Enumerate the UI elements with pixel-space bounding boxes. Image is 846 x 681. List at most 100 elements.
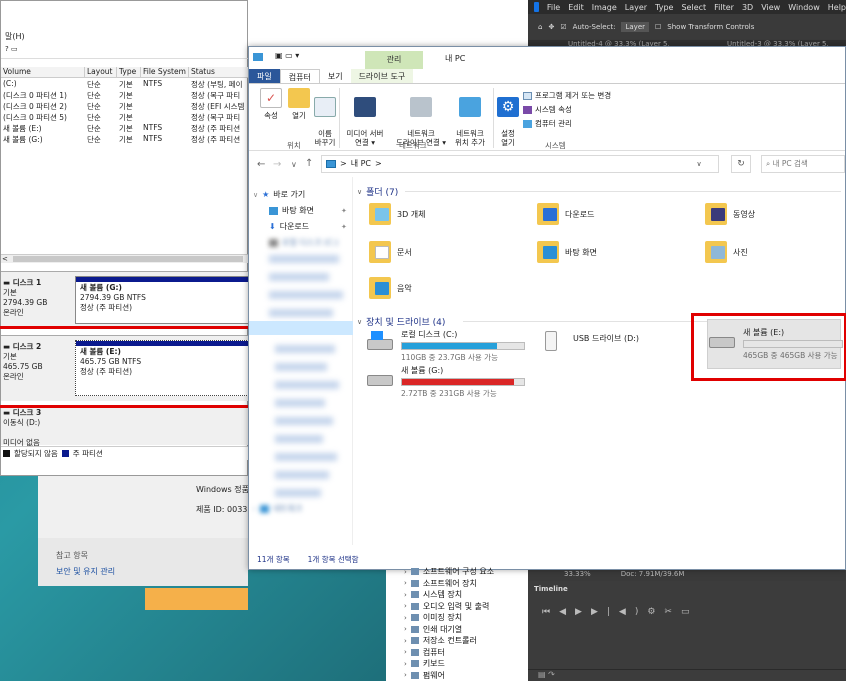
folder-downloads[interactable]: 다운로드: [537, 203, 687, 225]
ps-timeline-title[interactable]: Timeline: [534, 585, 568, 593]
uninstall-program-button[interactable]: 프로그램 제거 또는 변경: [523, 90, 611, 101]
expand-arrow-icon[interactable]: ›: [404, 602, 407, 610]
expand-arrow-icon[interactable]: ›: [404, 637, 407, 645]
sidebar-item-downloads[interactable]: ⬇ 다운로드 ✦: [269, 221, 353, 232]
security-maintenance-link[interactable]: 보안 및 유지 관리: [56, 566, 115, 577]
manage-tab[interactable]: 관리: [365, 51, 423, 69]
add-network-location-button[interactable]: 네트워크 위치 추가: [449, 88, 491, 156]
device-category[interactable]: › 키보드: [404, 658, 445, 669]
expand-arrow-icon[interactable]: ›: [404, 625, 407, 633]
ps-menu-file[interactable]: File: [547, 3, 560, 12]
address-dropdown-icon[interactable]: ∨: [691, 155, 707, 173]
volume-row[interactable]: (C:) 단순 기본 NTFS 정상 (부팅, 페이: [1, 79, 249, 90]
volume-g[interactable]: 새 볼륨 (G:) 2794.39 GB NTFS 정상 (주 파티션): [75, 276, 249, 324]
tab-file[interactable]: 파일: [249, 69, 280, 83]
address-input[interactable]: > 내 PC >: [321, 155, 719, 173]
volume-row[interactable]: 새 볼륨 (E:) 단순 기본 NTFS 정상 (주 파티션: [1, 123, 249, 134]
drive-c[interactable]: 로컬 디스크 (C:) 110GB 중 23.7GB 사용 가능: [365, 329, 525, 363]
folder-documents[interactable]: 문서: [369, 241, 519, 263]
scrollbar-thumb[interactable]: [13, 256, 243, 262]
search-input[interactable]: ⌕ 내 PC 검색: [761, 155, 845, 173]
tab-computer[interactable]: 컴퓨터: [279, 69, 320, 83]
ps-menu-filter[interactable]: Filter: [714, 3, 734, 12]
ps-timeline-controls[interactable]: ⏮◀▶▶|◀)⚙✂▭: [542, 607, 698, 617]
dm-menu-help[interactable]: 말(H): [5, 31, 25, 42]
breadcrumb[interactable]: 내 PC: [351, 156, 371, 172]
ps-menu-select[interactable]: Select: [681, 3, 706, 12]
device-category[interactable]: › 컴퓨터: [404, 647, 445, 658]
ps-menu-edit[interactable]: Edit: [568, 3, 584, 12]
ps-menu-type[interactable]: Type: [655, 3, 673, 12]
ps-menu-help[interactable]: Help: [828, 3, 846, 12]
dm-horizontal-scrollbar[interactable]: <: [1, 254, 249, 263]
folder-3d-objects[interactable]: 3D 개체: [369, 203, 519, 225]
drives-section-header[interactable]: ∨ 장치 및 드라이브 (4): [357, 315, 445, 329]
expand-arrow-icon[interactable]: ›: [404, 591, 407, 599]
drive-g[interactable]: 새 볼륨 (G:) 2.72TB 중 231GB 사용 가능: [365, 365, 525, 399]
recent-locations-chevron-icon[interactable]: ∨: [291, 160, 297, 169]
drive-d-usb[interactable]: USB 드라이브 (D:): [537, 329, 639, 351]
folder-desktop[interactable]: 바탕 화면: [537, 241, 687, 263]
system-properties-button[interactable]: 시스템 속성: [523, 104, 572, 115]
folder-videos[interactable]: 동영상: [705, 203, 846, 225]
refresh-icon[interactable]: ↻: [731, 155, 751, 173]
auto-select-checkbox[interactable]: ☑: [560, 23, 566, 31]
volume-row[interactable]: (디스크 0 파티션 5) 단순 기본 정상 (복구 파티: [1, 112, 249, 123]
folders-section-header[interactable]: ∨ 폴더 (7): [357, 185, 398, 199]
folder-pictures[interactable]: 사진: [705, 241, 846, 263]
up-arrow-icon[interactable]: ↑: [305, 158, 313, 169]
ps-menu-3d[interactable]: 3D: [742, 3, 753, 12]
device-category[interactable]: › 이미징 장치: [404, 612, 462, 623]
device-category[interactable]: › 펌웨어: [404, 670, 445, 681]
show-transform-checkbox[interactable]: ☐: [655, 23, 661, 31]
nav-selected-this-pc[interactable]: [249, 321, 353, 335]
device-category[interactable]: › 저장소 컨트롤러: [404, 635, 477, 646]
collapse-chevron-icon[interactable]: ∨: [357, 318, 362, 326]
move-tool-icon[interactable]: ✥: [548, 23, 554, 31]
volume-row[interactable]: (디스크 0 파티션 1) 단순 기본 정상 (복구 파티: [1, 90, 249, 101]
quick-access-toolbar[interactable]: ▣ ▭ ▾: [275, 51, 299, 60]
expand-arrow-icon[interactable]: ›: [404, 579, 407, 587]
device-category[interactable]: › 소프트웨어 장치: [404, 578, 477, 589]
media-server-button[interactable]: 미디어 서버 연결 ▾: [341, 88, 389, 156]
col-status[interactable]: Status: [189, 67, 249, 77]
expand-arrow-icon[interactable]: ›: [404, 660, 407, 668]
scroll-left-icon[interactable]: <: [1, 255, 8, 263]
volume-row[interactable]: (디스크 0 파티션 2) 단순 기본 정상 (EFI 시스템: [1, 101, 249, 112]
quick-access[interactable]: ∨ ★ 바로 가기: [253, 189, 305, 200]
col-filesystem[interactable]: File System: [141, 67, 189, 77]
open-settings-button[interactable]: ⚙ 설정 열기: [493, 88, 523, 156]
expand-arrow-icon[interactable]: ›: [404, 568, 407, 576]
ps-menu-view[interactable]: View: [761, 3, 780, 12]
ps-menu-image[interactable]: Image: [592, 3, 617, 12]
ps-menu-layer[interactable]: Layer: [625, 3, 647, 12]
device-category[interactable]: › 인쇄 대기열: [404, 624, 462, 635]
layer-select-dropdown[interactable]: Layer: [621, 22, 650, 32]
forward-arrow-icon[interactable]: →: [273, 159, 281, 170]
sidebar-item-network[interactable]: › 네트워크: [253, 503, 302, 514]
sidebar-item-local-disk[interactable]: 로컬 디스크 (C:): [269, 237, 353, 248]
folder-music[interactable]: 음악: [369, 277, 519, 299]
col-layout[interactable]: Layout: [85, 67, 117, 77]
ps-timeline-footer[interactable]: ▤ ↷: [528, 669, 846, 681]
volume-row[interactable]: 새 볼륨 (G:) 단순 기본 NTFS 정상 (주 파티션: [1, 134, 249, 145]
col-type[interactable]: Type: [117, 67, 141, 77]
device-category[interactable]: › 소프트웨어 구성 요소: [404, 566, 494, 577]
ps-menu-window[interactable]: Window: [788, 3, 820, 12]
expand-chevron-icon[interactable]: ∨: [253, 191, 258, 199]
expand-arrow-icon[interactable]: ›: [404, 671, 407, 679]
pin-icon[interactable]: ✦: [341, 223, 347, 231]
back-arrow-icon[interactable]: ←: [257, 159, 265, 170]
device-category[interactable]: › 오디오 입력 및 출력: [404, 601, 489, 612]
expand-arrow-icon[interactable]: ›: [404, 648, 407, 656]
console-icon[interactable]: ▭: [11, 45, 18, 53]
tab-drive-tools[interactable]: 드라이브 도구: [350, 69, 414, 83]
collapse-chevron-icon[interactable]: ∨: [357, 188, 362, 196]
sidebar-item-desktop[interactable]: 바탕 화면 ✦: [269, 205, 353, 216]
help-icon[interactable]: ?: [5, 45, 9, 53]
computer-management-button[interactable]: 컴퓨터 관리: [523, 118, 572, 129]
expand-arrow-icon[interactable]: ›: [404, 614, 407, 622]
pin-icon[interactable]: ✦: [341, 207, 347, 215]
tab-view[interactable]: 보기: [320, 69, 351, 83]
home-icon[interactable]: ⌂: [538, 23, 542, 31]
